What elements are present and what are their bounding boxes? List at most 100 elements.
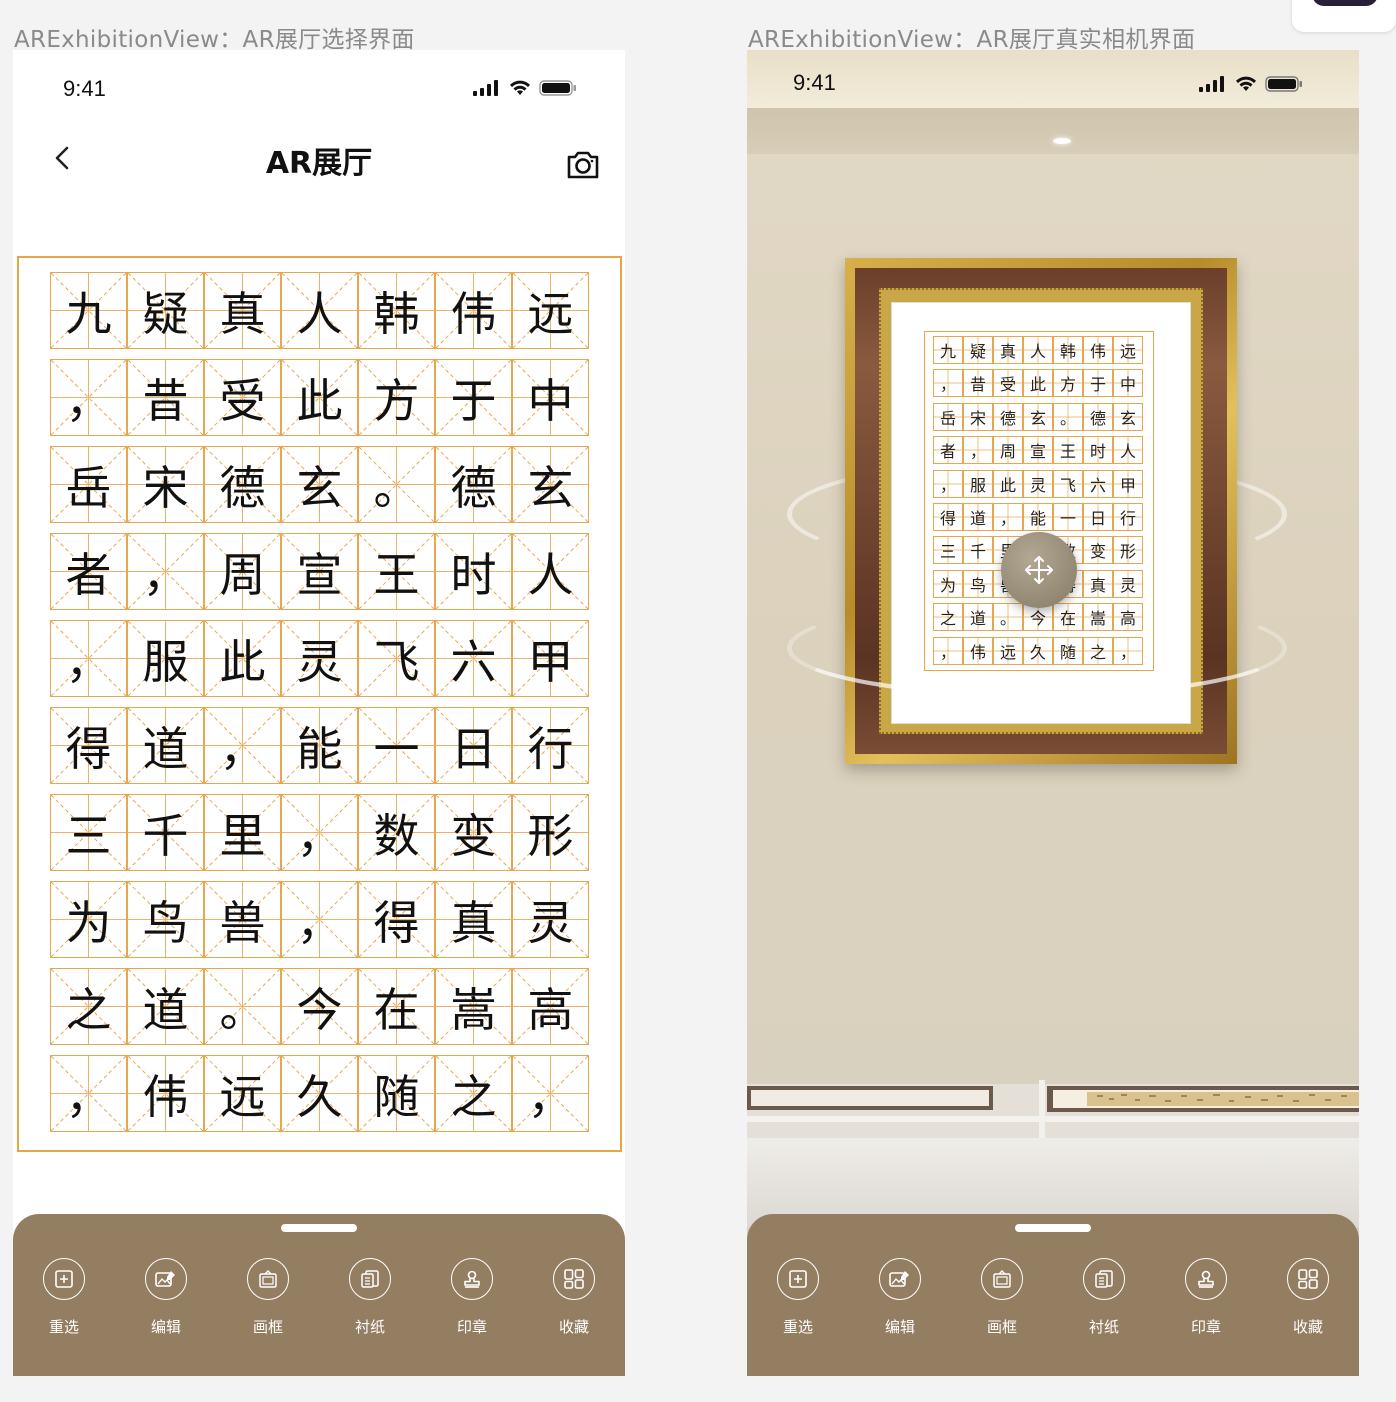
- grid-cell: ，: [512, 1055, 589, 1132]
- grid-character: 宣: [296, 547, 343, 602]
- tool-label: 编辑: [150, 1318, 181, 1336]
- grid-icon[interactable]: [553, 1258, 595, 1300]
- grid-character: 。: [373, 460, 420, 515]
- camera-icon[interactable]: [563, 144, 603, 184]
- grid-character: 千: [142, 808, 189, 863]
- tool-label: 印章: [1190, 1318, 1221, 1336]
- grid-character: 宋: [969, 408, 986, 428]
- grid-cell: ，: [993, 502, 1023, 531]
- grid-row: 者 ， 周宣王时人: [933, 436, 1143, 465]
- grid-character: 受: [999, 375, 1016, 395]
- grid-character: ，: [939, 475, 956, 495]
- grid-cell: 时: [435, 533, 512, 610]
- grid-cell: ，: [50, 359, 127, 436]
- grid-cell: 方: [358, 359, 435, 436]
- grid-character: 此: [219, 634, 266, 689]
- tool-frame[interactable]: 画框: [217, 1258, 319, 1337]
- grid-icon[interactable]: [1287, 1258, 1329, 1300]
- plus-square-icon[interactable]: [43, 1258, 85, 1300]
- grid-cell: 受: [204, 359, 281, 436]
- grid-character: 王: [1059, 442, 1076, 462]
- grid-character: 日: [450, 721, 497, 776]
- tool-paper[interactable]: 衬纸: [1053, 1258, 1155, 1337]
- grid-cell: 方: [1053, 369, 1083, 398]
- grid-character: ，: [969, 442, 986, 462]
- grid-cell: 甲: [1113, 469, 1143, 498]
- grid-character: 昔: [969, 375, 986, 395]
- grid-character: 服: [969, 475, 986, 495]
- grid-cell: 远: [512, 272, 589, 349]
- tool-plus-square[interactable]: 重选: [13, 1258, 115, 1337]
- grid-character: 道: [142, 982, 189, 1037]
- grid-character: 得: [939, 508, 956, 528]
- tool-label: 收藏: [558, 1318, 589, 1336]
- grid-character: 之: [450, 1069, 497, 1124]
- grid-character: 受: [219, 373, 266, 428]
- grid-character: 疑: [969, 342, 986, 361]
- grid-cell: 灵: [1113, 569, 1143, 598]
- grid-cell: 道: [127, 968, 204, 1045]
- move-icon[interactable]: [1001, 532, 1077, 608]
- status-time: 9:41: [793, 70, 836, 95]
- grid-row: 之道。今在嵩高: [50, 968, 590, 1045]
- grid-cell: 。: [1053, 402, 1083, 431]
- grid-character: 飞: [1059, 475, 1076, 495]
- display-case: [747, 1080, 1359, 1146]
- grid-character: 德: [219, 460, 266, 515]
- grid-cell: 灵: [281, 620, 358, 697]
- tool-stamp[interactable]: 印章: [1155, 1258, 1257, 1337]
- grid-cell: 九: [933, 336, 963, 364]
- tool-grid[interactable]: 收藏: [523, 1258, 625, 1337]
- grid-character: 人: [1029, 342, 1046, 361]
- grid-cell: 者: [933, 436, 963, 465]
- page-title: AR展厅: [265, 146, 373, 181]
- grid-cell: 之: [435, 1055, 512, 1132]
- signal-icon: [473, 80, 498, 96]
- grid-cell: 六: [435, 620, 512, 697]
- paper-icon[interactable]: [1083, 1258, 1125, 1300]
- grid-cell: 形: [1113, 536, 1143, 565]
- grid-character: ，: [65, 634, 112, 689]
- stamp-icon[interactable]: [451, 1258, 493, 1300]
- image-edit-icon[interactable]: [145, 1258, 187, 1300]
- tool-paper[interactable]: 衬纸: [319, 1258, 421, 1337]
- grid-cell: 里: [204, 794, 281, 871]
- stamp-icon[interactable]: [1185, 1258, 1227, 1300]
- tool-image-edit[interactable]: 编辑: [849, 1258, 951, 1337]
- grid-character: 德: [1089, 408, 1106, 428]
- plus-square-icon[interactable]: [777, 1258, 819, 1300]
- image-edit-icon[interactable]: [879, 1258, 921, 1300]
- tool-image-edit[interactable]: 编辑: [115, 1258, 217, 1337]
- tool-stamp[interactable]: 印章: [421, 1258, 523, 1337]
- grid-character: 德: [450, 460, 497, 515]
- tool-frame[interactable]: 画框: [951, 1258, 1053, 1337]
- grid-cell: 服: [963, 469, 993, 498]
- calligraphy-paper[interactable]: 九疑真人韩伟远，昔受此方于中岳宋德玄。德玄者，周宣王时人，服此灵飞六甲得道，能一…: [17, 256, 622, 1152]
- frame-icon[interactable]: [247, 1258, 289, 1300]
- grid-character: 高: [527, 982, 574, 1037]
- grid-row: 九疑真人韩伟远: [50, 272, 590, 349]
- left-artboard-label: ARExhibitionView：AR展厅选择界面: [14, 27, 415, 53]
- grid-character: 人: [296, 286, 343, 341]
- sheet-handle[interactable]: [1015, 1224, 1091, 1232]
- grid-character: ，: [219, 721, 266, 776]
- sheet-handle[interactable]: [281, 1224, 357, 1232]
- tool-label: 印章: [456, 1318, 487, 1336]
- grid-cell: 伟: [435, 272, 512, 349]
- grid-character: 三: [65, 808, 112, 863]
- grid-character: 人: [527, 547, 574, 602]
- grid-cell: 王: [1053, 436, 1083, 465]
- selection-screen: 9:41 AR展厅 九疑真人韩伟远，昔受此方于中岳宋德玄。德玄者，周宣王时人，服…: [13, 50, 625, 1376]
- grid-character: 远: [527, 286, 574, 341]
- tool-grid[interactable]: 收藏: [1257, 1258, 1359, 1337]
- nav-bar: AR展厅: [13, 130, 625, 190]
- grid-row: 岳宋德玄。德玄: [933, 402, 1143, 431]
- grid-character: 久: [296, 1069, 343, 1124]
- paper-icon[interactable]: [349, 1258, 391, 1300]
- tool-plus-square[interactable]: 重选: [747, 1258, 849, 1337]
- grid-character: 兽: [219, 895, 266, 950]
- frame-icon[interactable]: [981, 1258, 1023, 1300]
- tool-label: 收藏: [1292, 1318, 1323, 1336]
- grid-cell: 伟: [1083, 336, 1113, 364]
- grid-cell: 飞: [1053, 469, 1083, 498]
